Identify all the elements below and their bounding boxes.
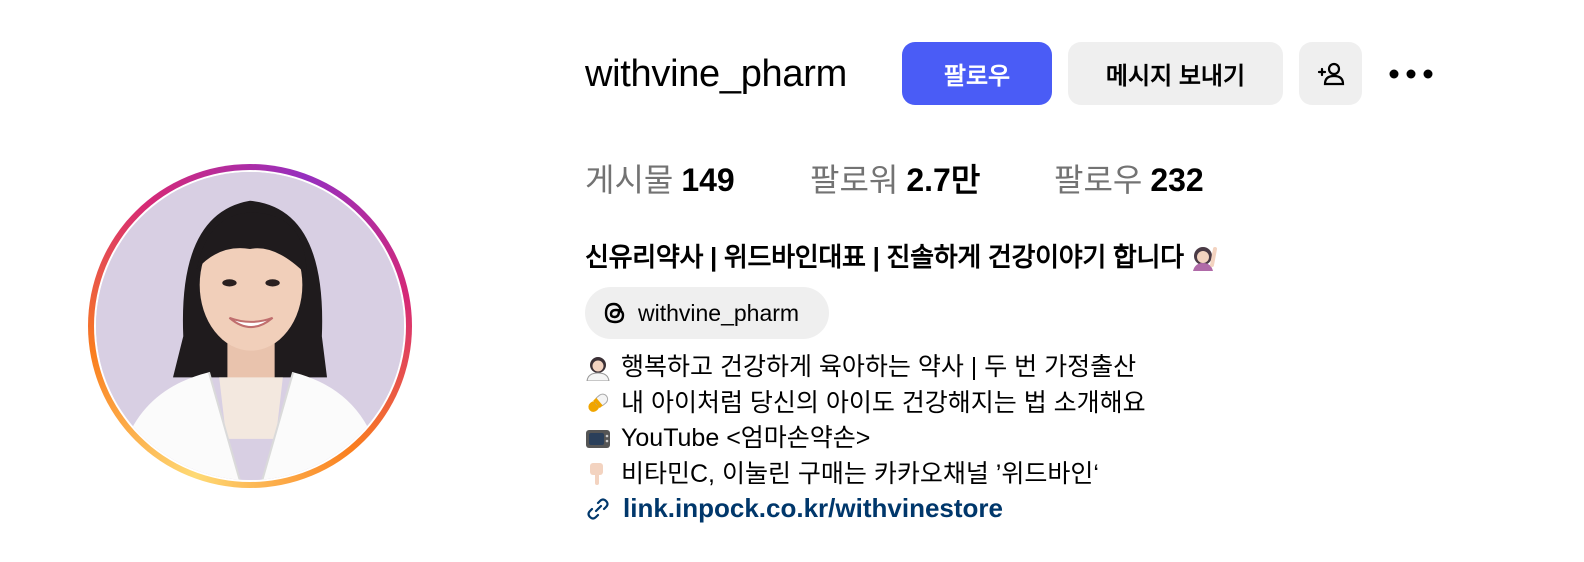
bio-link-text[interactable]: link.inpock.co.kr/withvinestore [623,493,1003,524]
more-options-button[interactable] [1385,52,1437,96]
following-value: 232 [1150,162,1204,198]
bio-line-text: 비타민C, 이눌린 구매는 카카오채널 ’위드바인‘ [621,459,1099,488]
posts-count: 게시물 149 [585,160,735,200]
suggest-accounts-button[interactable] [1299,42,1362,105]
message-button[interactable]: 메시지 보내기 [1068,42,1283,105]
avatar-photo [96,172,404,480]
television-emoji-icon [586,429,610,448]
bio-name-line: 신유리약사 | 위드바인대표 | 진솔하게 건강이야기 합니다 [585,240,1219,274]
followers-label: 팔로워 [810,162,899,198]
threads-handle: withvine_pharm [638,299,800,326]
link-icon [587,497,609,520]
bio-name-text: 신유리약사 | 위드바인대표 | 진솔하게 건강이야기 합니다 [585,242,1184,272]
follow-button[interactable]: 팔로우 [902,42,1052,105]
profile-username: withvine_pharm [585,53,847,95]
bio-line: YouTube <엄마손약손> [585,421,1146,457]
bio-line: 행복하고 건강하게 육아하는 약사 | 두 번 가정출산 [585,350,1146,386]
profile-avatar-ring[interactable] [88,164,412,488]
bio-line-text: 행복하고 건강하게 육아하는 약사 | 두 번 가정출산 [621,353,1137,381]
pill-emoji-icon [588,393,609,413]
posts-value: 149 [681,162,735,198]
threads-link-chip[interactable]: withvine_pharm [585,287,829,339]
bio-line-text: YouTube <엄마손약손> [621,424,871,452]
bio-text: 행복하고 건강하게 육아하는 약사 | 두 번 가정출산 내 아이처럼 당신의 … [585,350,1146,492]
profile-avatar[interactable] [96,172,404,480]
add-person-icon [1317,62,1344,85]
followers-value: 2.7만 [906,162,981,198]
bio-line: 비타민C, 이눌린 구매는 카카오채널 ’위드바인‘ [585,457,1146,493]
following-count[interactable]: 팔로우 232 [1054,160,1204,200]
threads-icon [604,302,625,324]
followers-count[interactable]: 팔로워 2.7만 [810,160,980,200]
woman-raising-hand-emoji-icon [1192,247,1217,271]
posts-label: 게시물 [585,162,674,198]
woman-health-worker-emoji-icon [586,356,610,381]
more-horizontal-icon [1389,69,1433,79]
bio-link[interactable]: link.inpock.co.kr/withvinestore [585,493,1003,524]
bio-line-text: 내 아이처럼 당신의 아이도 건강해지는 법 소개해요 [621,388,1146,417]
bio-line: 내 아이처럼 당신의 아이도 건강해지는 법 소개해요 [585,386,1146,422]
pointing-down-emoji-icon [590,463,603,486]
following-label: 팔로우 [1054,162,1143,198]
